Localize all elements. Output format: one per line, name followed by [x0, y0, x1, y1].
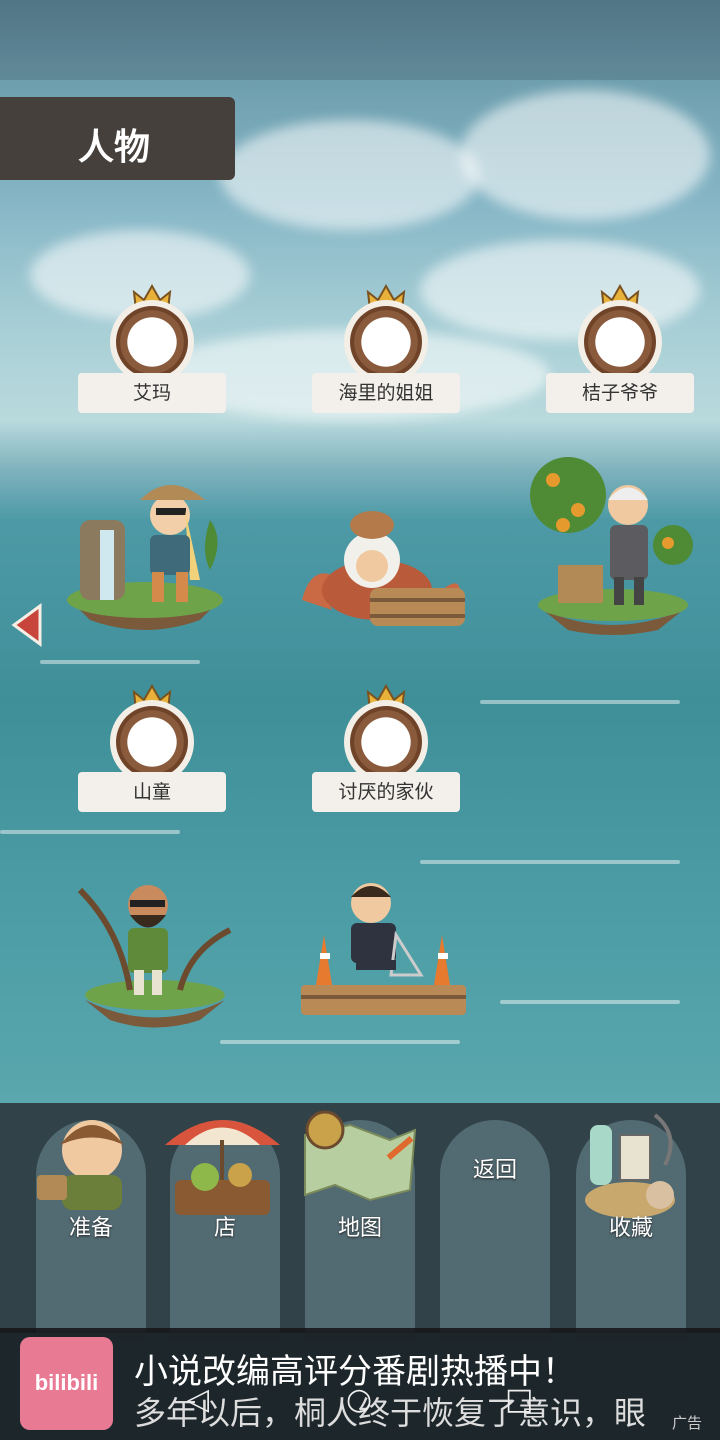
character-name-label: 艾玛 — [78, 373, 226, 413]
wave — [480, 700, 680, 704]
character-name-label: 海里的姐姐 — [312, 373, 460, 413]
character-name-label: 山童 — [78, 772, 226, 812]
character-name-label: 讨厌的家伙 — [312, 772, 460, 812]
shop-label: 店 — [213, 1216, 236, 1241]
map-icon — [304, 1110, 417, 1202]
map-label: 地图 — [337, 1216, 382, 1241]
cloud — [220, 120, 480, 230]
prepare-label: 准备 — [68, 1216, 113, 1241]
character-name-label: 桔子爷爷 — [546, 373, 694, 413]
system-recents-icon[interactable]: □ — [505, 1382, 533, 1417]
shop-stall-icon — [165, 1120, 280, 1215]
mountain-boy-illustration[interactable] — [70, 870, 240, 1035]
collection-items-icon — [585, 1113, 675, 1218]
wave — [40, 660, 200, 664]
emma-avatar-icon — [110, 300, 194, 384]
back-label: 返回 — [472, 1158, 517, 1183]
collection-label: 收藏 — [608, 1216, 653, 1241]
orange-grandpa-illustration[interactable] — [528, 425, 698, 635]
system-home-icon[interactable]: ○ — [346, 1382, 372, 1417]
wave — [0, 830, 180, 834]
emma-island-illustration[interactable] — [60, 460, 230, 640]
status-area — [0, 0, 720, 80]
previous-page-arrow-icon[interactable] — [10, 603, 44, 647]
cloud — [460, 90, 710, 220]
system-back-icon[interactable]: ◁ — [186, 1382, 209, 1417]
annoying-guy-illustration[interactable] — [296, 875, 471, 1025]
wave — [420, 860, 680, 864]
sea-sister-illustration[interactable] — [292, 500, 472, 640]
prepare-character-icon — [37, 1120, 124, 1210]
page-title: 人物 — [78, 127, 151, 168]
orange-grandpa-avatar-icon — [578, 300, 662, 384]
wave — [220, 1040, 460, 1044]
ad-logo-text: bilibili — [34, 1370, 99, 1395]
wave — [500, 1000, 680, 1004]
ad-subtitle: 多年以后，桐人终于恢复了意识，眼 — [134, 1394, 647, 1432]
sea-sister-avatar-icon — [344, 300, 428, 384]
ad-tag: 广告 — [672, 1414, 703, 1432]
